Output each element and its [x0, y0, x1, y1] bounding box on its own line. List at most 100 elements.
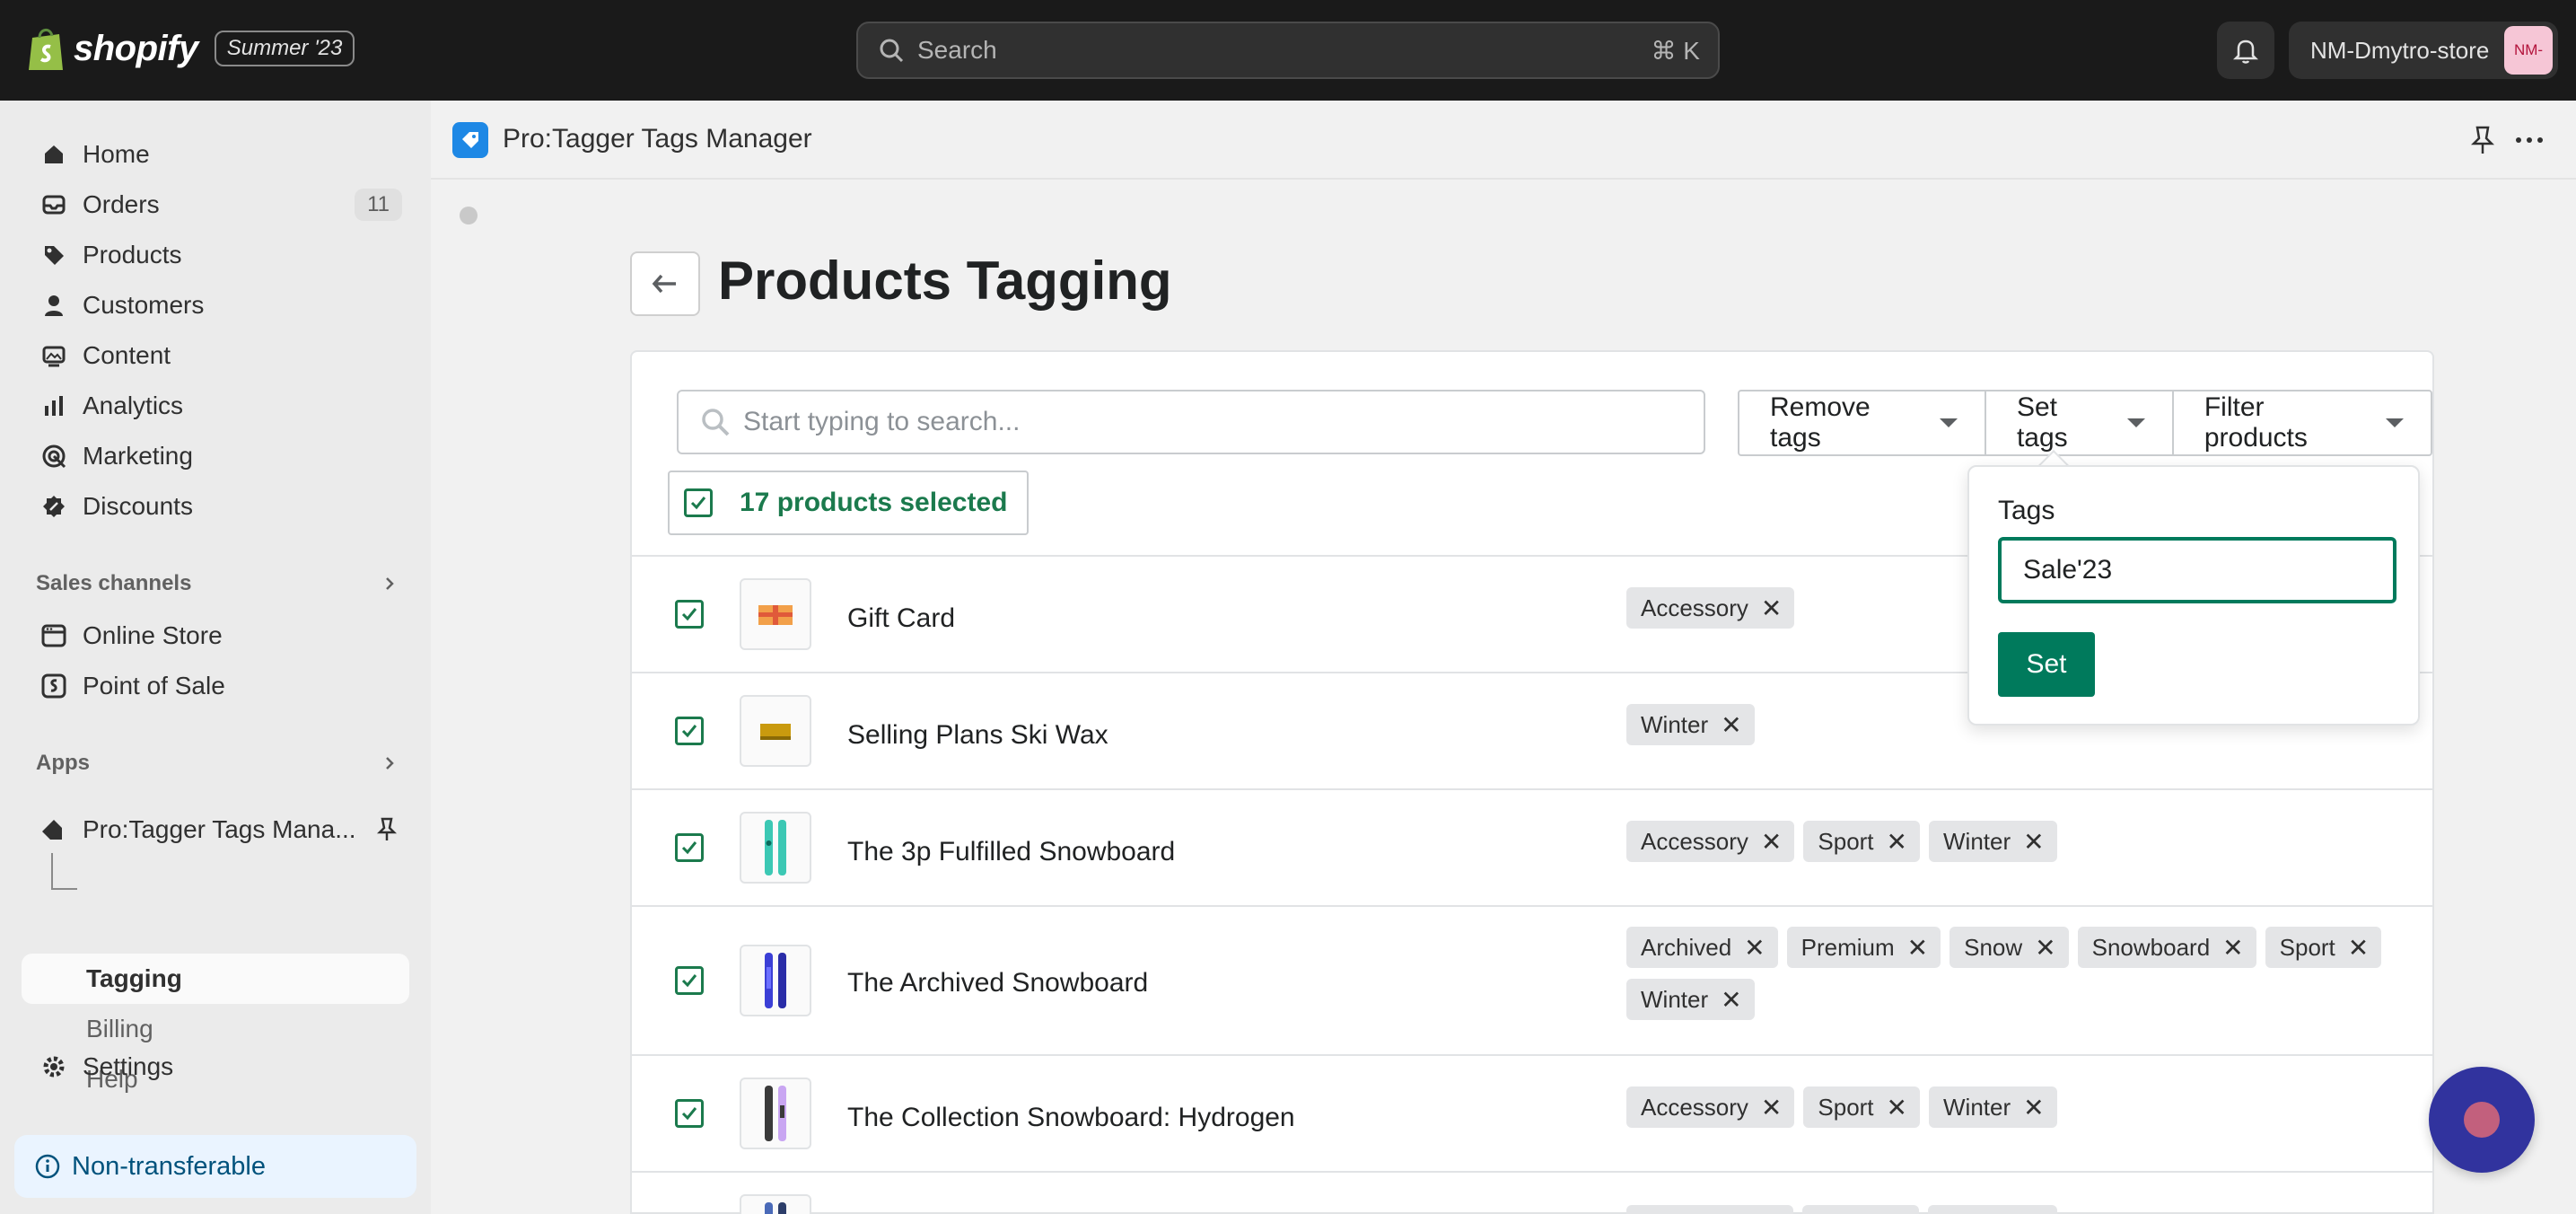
sidebar-subitem-tagging-active[interactable]	[22, 954, 409, 1004]
remove-tag-icon[interactable]: ✕	[1744, 933, 1765, 963]
chat-widget-button[interactable]	[2429, 1067, 2535, 1173]
tag-chip	[1802, 1205, 1919, 1214]
pin-icon[interactable]	[2466, 124, 2499, 156]
sidebar-item-analytics[interactable]: Analytics	[22, 384, 409, 427]
target-icon	[36, 438, 72, 474]
set-tags-popover: Tags Sale'23 Set	[1967, 465, 2420, 726]
tag-chip: Sport ✕	[2265, 927, 2382, 968]
store-menu-button[interactable]: NM-Dmytro-store NM-	[2289, 22, 2558, 79]
product-name[interactable]: The 3p Fulfilled Snowboard	[847, 837, 1175, 867]
chevron-right-icon[interactable]	[381, 575, 399, 593]
tag-label: Archived	[1641, 933, 1732, 961]
tag-list: Accessory ✕ Sport ✕ Winter ✕	[1626, 1086, 2398, 1128]
remove-tag-icon[interactable]: ✕	[2023, 1093, 2044, 1122]
chevron-right-icon[interactable]	[381, 754, 399, 772]
home-icon	[36, 136, 72, 172]
tag-chip: Snow ✕	[1950, 927, 2069, 968]
caret-down-icon	[1939, 418, 1958, 427]
tag-chip: Winter ✕	[1626, 704, 1755, 745]
product-name[interactable]: Selling Plans Ski Wax	[847, 720, 1108, 751]
filter-products-button[interactable]: Filter products	[2174, 391, 2431, 454]
product-thumbnail	[740, 1078, 811, 1149]
sidebar-item-content[interactable]: Content	[22, 334, 409, 377]
tag-chip: Winter ✕	[1929, 821, 2057, 862]
more-horizontal-icon[interactable]	[2511, 124, 2547, 156]
back-button[interactable]	[630, 251, 700, 316]
set-tags-button[interactable]: Set tags	[1986, 391, 2174, 454]
caret-down-icon	[2126, 418, 2145, 427]
select-all-toggle[interactable]: 17 products selected	[668, 471, 1029, 535]
product-search-input[interactable]: Start typing to search...	[677, 390, 1705, 454]
remove-tag-icon[interactable]: ✕	[2348, 933, 2369, 963]
product-name[interactable]: Gift Card	[847, 603, 955, 634]
remove-tag-icon[interactable]: ✕	[2222, 933, 2243, 963]
product-thumbnail	[740, 578, 811, 650]
sidebar-subitem-billing[interactable]: Billing	[86, 1015, 153, 1043]
sidebar-item-customers[interactable]: Customers	[22, 284, 409, 327]
notifications-button[interactable]	[2217, 22, 2274, 79]
sidebar-item-point-of-sale[interactable]: Point of Sale	[22, 664, 409, 708]
table-row[interactable]: The 3p Fulfilled Snowboard Accessory ✕ Sp…	[632, 788, 2432, 905]
sidebar-item-protagger-app[interactable]: Pro:Tagger Tags Mana...	[22, 808, 409, 851]
table-row[interactable]: The Collection Snowboard: Hydrogen Acces…	[632, 1054, 2432, 1171]
sidebar-item-home[interactable]: Home	[22, 133, 409, 176]
tag-chip: Accessory ✕	[1626, 1086, 1795, 1128]
row-checkbox[interactable]	[675, 717, 704, 745]
apps-title: Apps	[36, 751, 90, 775]
sidebar-item-settings[interactable]: Settings	[22, 1045, 409, 1088]
row-checkbox[interactable]	[675, 600, 704, 629]
sidebar-item-label: Point of Sale	[83, 672, 225, 699]
check-icon	[681, 1107, 697, 1121]
remove-tags-button[interactable]: Remove tags	[1739, 391, 1986, 454]
remove-tag-icon[interactable]: ✕	[1721, 985, 1741, 1015]
sidebar-item-products[interactable]: Products	[22, 233, 409, 277]
sidebar-item-label: Settings	[83, 1052, 174, 1080]
tag-label: Sport	[1818, 827, 1874, 855]
tag-label: Winter	[1641, 985, 1709, 1013]
edition-badge: Summer '23	[214, 31, 355, 66]
remove-tag-icon[interactable]: ✕	[1721, 710, 1741, 740]
remove-tag-icon[interactable]: ✕	[1887, 1093, 1907, 1122]
check-icon	[681, 725, 697, 738]
sidebar-item-orders[interactable]: Orders 11	[22, 183, 409, 226]
remove-tag-icon[interactable]: ✕	[1761, 594, 1782, 623]
tag-chip: Snowboard ✕	[2077, 927, 2256, 968]
sidebar-item-marketing[interactable]: Marketing	[22, 435, 409, 478]
remove-tag-icon[interactable]: ✕	[1907, 933, 1928, 963]
inbox-icon	[36, 187, 72, 223]
select-all-checkbox[interactable]	[684, 488, 713, 517]
table-row[interactable]: The Archived Snowboard Archived ✕ Premium…	[632, 905, 2432, 1054]
tags-input[interactable]: Sale'23	[1998, 537, 2396, 603]
remove-tag-icon[interactable]: ✕	[2023, 827, 2044, 857]
top-bar: shopify Summer '23 Search ⌘ K NM-Dmytro-…	[0, 0, 2576, 101]
product-name[interactable]: The Archived Snowboard	[847, 968, 1148, 998]
non-transferable-banner[interactable]: Non-transferable	[14, 1135, 416, 1198]
tag-label: Winter	[1943, 827, 2011, 855]
arrow-left-icon	[652, 274, 676, 294]
brand-wordmark: shopify	[74, 28, 198, 68]
tag-chip: Premium ✕	[1786, 927, 1941, 968]
sidebar-item-label: Online Store	[83, 621, 223, 649]
sidebar-item-online-store[interactable]: Online Store	[22, 614, 409, 657]
tag-chip: Accessory ✕	[1626, 821, 1795, 862]
remove-tag-icon[interactable]: ✕	[1761, 1093, 1782, 1122]
product-search-placeholder: Start typing to search...	[743, 407, 1021, 436]
set-button[interactable]: Set	[1998, 632, 2095, 697]
remove-tag-icon[interactable]: ✕	[1887, 827, 1907, 857]
orders-count-badge: 11	[355, 189, 402, 221]
selected-count-label: 17 products selected	[740, 488, 1008, 517]
remove-tag-icon[interactable]: ✕	[1761, 827, 1782, 857]
remove-tag-icon[interactable]: ✕	[2035, 933, 2055, 963]
row-checkbox[interactable]	[675, 1099, 704, 1128]
tag-list: Archived ✕ Premium ✕ Snow ✕ Snowboard ✕ Spor…	[1626, 927, 2398, 1020]
table-row[interactable]	[632, 1171, 2432, 1214]
tag-label: Accessory	[1641, 827, 1748, 855]
row-checkbox[interactable]	[675, 966, 704, 995]
row-checkbox[interactable]	[675, 833, 704, 862]
sidebar-item-discounts[interactable]: Discounts	[22, 485, 409, 528]
product-name[interactable]: The Collection Snowboard: Hydrogen	[847, 1103, 1295, 1133]
shopify-logo[interactable]: shopify Summer '23	[27, 25, 355, 72]
sidebar-subitem-tagging[interactable]: Tagging	[86, 964, 182, 993]
pin-icon[interactable]	[373, 816, 400, 843]
global-search[interactable]: Search ⌘ K	[856, 22, 1720, 79]
